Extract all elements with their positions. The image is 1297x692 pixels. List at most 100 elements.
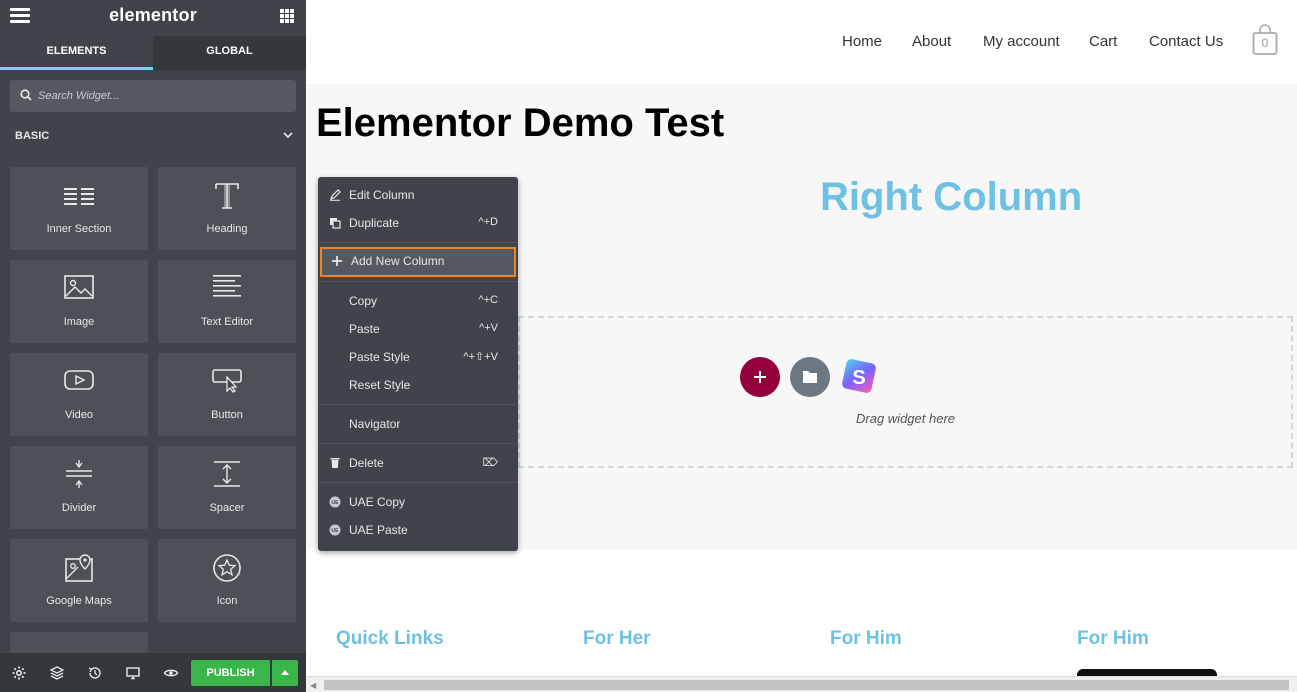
widget-google-maps[interactable]: Google Maps	[10, 539, 148, 622]
shopping-bag-icon[interactable]: 0	[1252, 24, 1278, 56]
widget-label: Image	[63, 316, 95, 328]
uae-icon: UE	[329, 524, 341, 536]
widget-spacer[interactable]: Spacer	[158, 446, 296, 529]
widget-label: Divider	[61, 502, 97, 514]
widgets-grid-icon[interactable]	[280, 9, 294, 23]
chevron-down-icon	[283, 132, 293, 139]
folder-icon	[803, 371, 817, 383]
uae-icon: UE	[329, 496, 341, 508]
add-template-button[interactable]	[790, 357, 830, 397]
nav-home[interactable]: Home	[842, 33, 882, 50]
menu-item-copy[interactable]: Copy ^+C	[318, 287, 518, 315]
scrollbar-thumb[interactable]	[324, 680, 1289, 690]
menu-item-duplicate[interactable]: Duplicate ^+D	[318, 209, 518, 237]
video-icon	[64, 370, 94, 390]
publish-options-button[interactable]	[272, 660, 298, 686]
image-icon	[64, 275, 94, 299]
plus-icon	[332, 256, 342, 266]
footer-title-quick-links: Quick Links	[336, 628, 444, 649]
text-editor-icon	[213, 275, 241, 297]
menu-separator	[318, 482, 518, 483]
shortcut: ^+D	[478, 216, 498, 228]
settings-gear-icon[interactable]	[11, 665, 27, 681]
history-icon[interactable]	[87, 665, 103, 681]
right-column-title: Right Column	[820, 175, 1083, 219]
svg-text:S: S	[852, 367, 865, 389]
plus-icon	[754, 371, 766, 383]
widget-label: Heading	[206, 223, 248, 235]
menu-item-uae-paste[interactable]: UE UAE Paste	[318, 516, 518, 544]
horizontal-scrollbar[interactable]: ◀	[306, 676, 1297, 692]
heading-icon	[215, 183, 239, 209]
menu-item-reset-style[interactable]: Reset Style	[318, 371, 518, 399]
scroll-left-arrow-icon[interactable]: ◀	[310, 681, 316, 690]
widget-button[interactable]: Button	[158, 353, 296, 436]
widget-label: Video	[65, 409, 93, 421]
cart-count: 0	[1261, 36, 1269, 50]
footer-title-for-him: For Him	[830, 628, 902, 649]
widget-video[interactable]: Video	[10, 353, 148, 436]
preview-eye-icon[interactable]	[163, 665, 179, 681]
search-widget-input[interactable]	[38, 80, 288, 112]
starter-templates-logo-icon: S	[842, 359, 876, 393]
trash-icon	[330, 458, 340, 468]
elementor-logo: elementor	[109, 5, 197, 25]
widget-divider[interactable]: Divider	[10, 446, 148, 529]
category-basic[interactable]: BASIC	[15, 130, 295, 144]
widget-label: Icon	[216, 595, 238, 607]
widget-partial[interactable]	[10, 632, 148, 653]
starter-templates-button[interactable]: S	[840, 357, 880, 397]
menu-separator	[318, 443, 518, 444]
site-header: Home About My account Cart Contact Us 0	[306, 0, 1297, 86]
panel-tabs: ELEMENTS GLOBAL	[0, 36, 306, 70]
elementor-panel: elementor ELEMENTS GLOBAL BASIC Inner Se…	[0, 0, 306, 692]
layers-navigator-icon[interactable]	[49, 665, 65, 681]
category-label: BASIC	[15, 130, 50, 142]
button-icon	[212, 369, 242, 393]
shortcut: ^+C	[478, 294, 498, 306]
delete-key-icon: ⌦	[482, 457, 498, 469]
footer-title-for-him-2: For Him	[1077, 628, 1149, 649]
menu-item-navigator[interactable]: Navigator	[318, 410, 518, 438]
drag-widget-hint: Drag widget here	[856, 411, 955, 426]
menu-separator	[318, 404, 518, 405]
google-maps-icon	[65, 554, 93, 582]
tab-global[interactable]: GLOBAL	[153, 36, 306, 70]
pencil-icon	[330, 189, 341, 201]
nav-about[interactable]: About	[912, 33, 951, 50]
shortcut: ^+V	[479, 322, 498, 334]
widget-inner-section[interactable]: Inner Section	[10, 167, 148, 250]
page-title: Elementor Demo Test	[316, 101, 725, 145]
menu-item-add-new-column[interactable]: Add New Column	[320, 247, 516, 277]
nav-cart[interactable]: Cart	[1089, 33, 1117, 50]
shortcut: ^+⇧+V	[463, 351, 498, 363]
menu-item-paste-style[interactable]: Paste Style ^+⇧+V	[318, 343, 518, 371]
menu-item-delete[interactable]: Delete ⌦	[318, 449, 518, 477]
panel-header: elementor	[0, 0, 306, 34]
widget-text-editor[interactable]: Text Editor	[158, 260, 296, 343]
column-context-menu: Edit Column Duplicate ^+D Add New Column…	[318, 177, 518, 551]
divider-icon	[66, 460, 92, 488]
spacer-icon	[214, 461, 240, 487]
widget-image[interactable]: Image	[10, 260, 148, 343]
responsive-desktop-icon[interactable]	[125, 665, 141, 681]
svg-text:UE: UE	[332, 500, 340, 506]
widget-icon[interactable]: Icon	[158, 539, 296, 622]
menu-item-uae-copy[interactable]: UE UAE Copy	[318, 488, 518, 516]
widget-label: Google Maps	[46, 595, 112, 607]
main-navigation: Home About My account Cart Contact Us	[306, 33, 1297, 53]
duplicate-icon	[330, 218, 341, 229]
drop-zone[interactable]	[518, 316, 1293, 468]
widget-heading[interactable]: Heading	[158, 167, 296, 250]
add-section-button[interactable]	[740, 357, 780, 397]
nav-my-account[interactable]: My account	[983, 33, 1060, 50]
nav-contact-us[interactable]: Contact Us	[1149, 33, 1223, 50]
menu-item-edit-column[interactable]: Edit Column	[318, 181, 518, 209]
menu-item-paste[interactable]: Paste ^+V	[318, 315, 518, 343]
widget-label: Button	[211, 409, 243, 421]
tab-elements[interactable]: ELEMENTS	[0, 36, 153, 70]
publish-button[interactable]: PUBLISH	[191, 660, 270, 686]
widget-label: Text Editor	[201, 316, 253, 328]
star-icon	[213, 554, 241, 582]
menu-separator	[318, 242, 518, 243]
